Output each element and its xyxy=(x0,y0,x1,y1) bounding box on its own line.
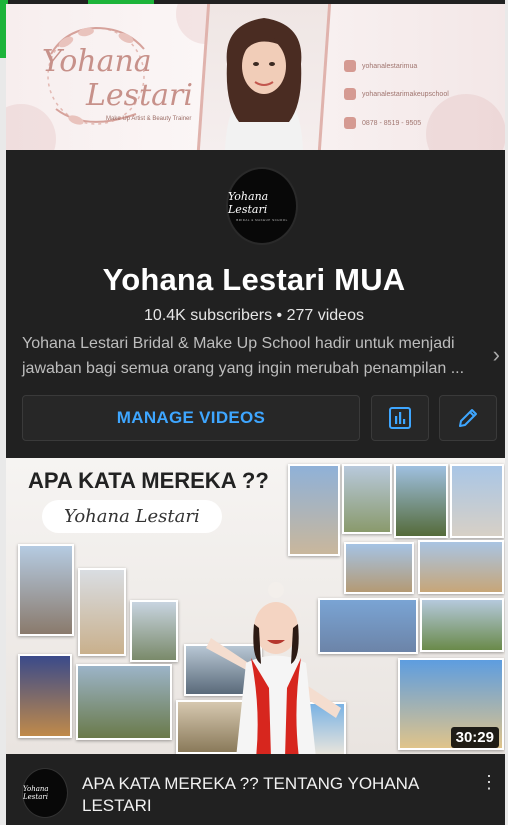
instagram-icon xyxy=(344,60,356,72)
thumbnail-person xyxy=(206,582,341,754)
banner-logo-line2: Lestari xyxy=(86,78,193,113)
collage-photo xyxy=(344,542,414,594)
collage-photo xyxy=(18,654,72,738)
channel-name: Yohana Lestari MUA xyxy=(102,262,406,297)
thumbnail-subtitle: Yohana Lestari xyxy=(42,500,222,533)
video-title[interactable]: APA KATA MEREKA ?? TENTANG YOHANA LESTAR… xyxy=(82,773,452,817)
channel-banner: Yohana Lestari Make Up Artist & Beauty T… xyxy=(6,4,505,150)
collage-photo xyxy=(394,464,448,538)
edit-channel-button[interactable] xyxy=(439,395,497,441)
analytics-button[interactable] xyxy=(371,395,429,441)
channel-stats: 10.4K subscribers • 277 videos xyxy=(144,307,364,324)
pencil-icon xyxy=(459,409,477,427)
contact-phone: 0878 - 8519 - 9505 xyxy=(344,117,421,129)
video-thumbnail[interactable]: APA KATA MEREKA ?? Yohana Lestari 30:29 xyxy=(6,458,505,754)
collage-photo xyxy=(288,464,340,556)
more-vert-icon[interactable]: ⋮ xyxy=(480,772,498,793)
analytics-icon xyxy=(389,407,411,429)
collage-photo xyxy=(130,600,178,662)
collage-photo xyxy=(420,598,504,652)
thumbnail-title: APA KATA MEREKA ?? xyxy=(28,468,269,493)
collage-photo xyxy=(418,540,504,594)
channel-avatar[interactable]: Yohana Lestari BRIDAL & MAKEUP SCHOOL xyxy=(226,167,298,245)
collage-photo xyxy=(342,464,392,534)
video-channel-avatar[interactable]: Yohana Lestari xyxy=(22,768,68,818)
phone-icon xyxy=(344,117,356,129)
contact-instagram-2: yohanalestarimakeupschool xyxy=(344,88,449,100)
manage-videos-button[interactable]: MANAGE VIDEOS xyxy=(22,395,360,441)
video-duration: 30:29 xyxy=(450,727,499,748)
collage-photo xyxy=(76,664,172,740)
contact-instagram-1: yohanalestarimua xyxy=(344,60,417,72)
banner-logo-line1: Yohana xyxy=(42,44,152,79)
collage-photo xyxy=(78,568,126,656)
collage-photo xyxy=(450,464,504,538)
channel-description[interactable]: Yohana Lestari Bridal & Make Up School h… xyxy=(22,331,478,381)
collage-photo xyxy=(18,544,74,636)
banner-photo xyxy=(196,4,332,150)
banner-tagline: Make Up Artist & Beauty Trainer xyxy=(106,116,192,122)
chevron-right-icon[interactable]: › xyxy=(493,342,500,368)
instagram-icon xyxy=(344,88,356,100)
